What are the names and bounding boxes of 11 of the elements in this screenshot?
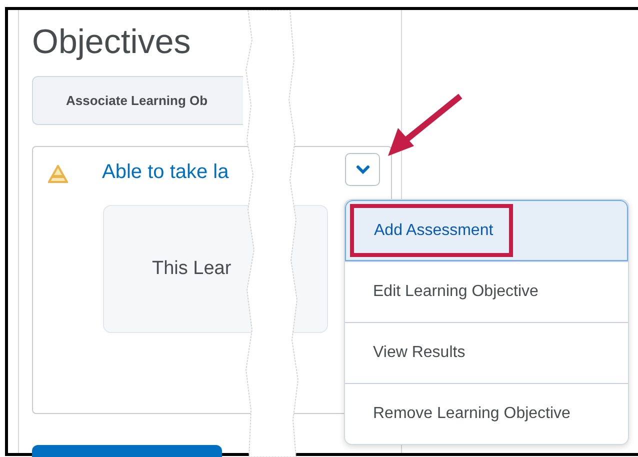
chevron-down-icon <box>356 165 370 174</box>
warning-icon <box>48 165 68 183</box>
dropdown-button[interactable] <box>345 153 380 186</box>
page-title: Objectives <box>32 22 192 62</box>
menu-item[interactable]: Edit Learning Objective <box>345 261 628 322</box>
menu-item[interactable]: Add Assessment <box>345 200 628 261</box>
objective-link[interactable]: Able to take la <box>102 160 229 184</box>
menu-item[interactable]: Remove Learning Objective <box>345 383 628 444</box>
message-text: This Lear <box>152 258 232 280</box>
menu-item[interactable]: View Results <box>345 322 628 383</box>
associate-button[interactable]: Associate Learning Ob <box>32 76 243 125</box>
